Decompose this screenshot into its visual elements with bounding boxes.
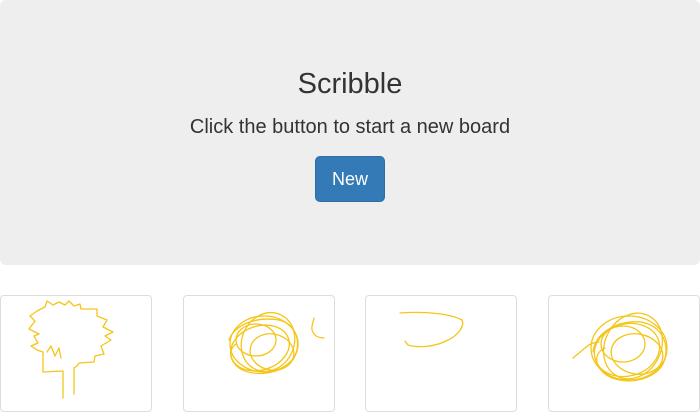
- board-thumbnail[interactable]: [0, 295, 152, 412]
- board-thumbnail[interactable]: [548, 295, 700, 412]
- board-thumbnail[interactable]: [183, 295, 335, 412]
- board-drawing: [28, 300, 114, 399]
- new-board-button[interactable]: New: [315, 156, 385, 202]
- board-thumbnail[interactable]: [365, 295, 517, 412]
- hero-panel: Scribble Click the button to start a new…: [0, 0, 700, 265]
- board-drawing: [399, 311, 464, 348]
- board-drawing: [572, 312, 668, 382]
- page-title: Scribble: [297, 68, 403, 100]
- board-drawing: [228, 312, 325, 375]
- page-subtitle: Click the button to start a new board: [189, 116, 511, 138]
